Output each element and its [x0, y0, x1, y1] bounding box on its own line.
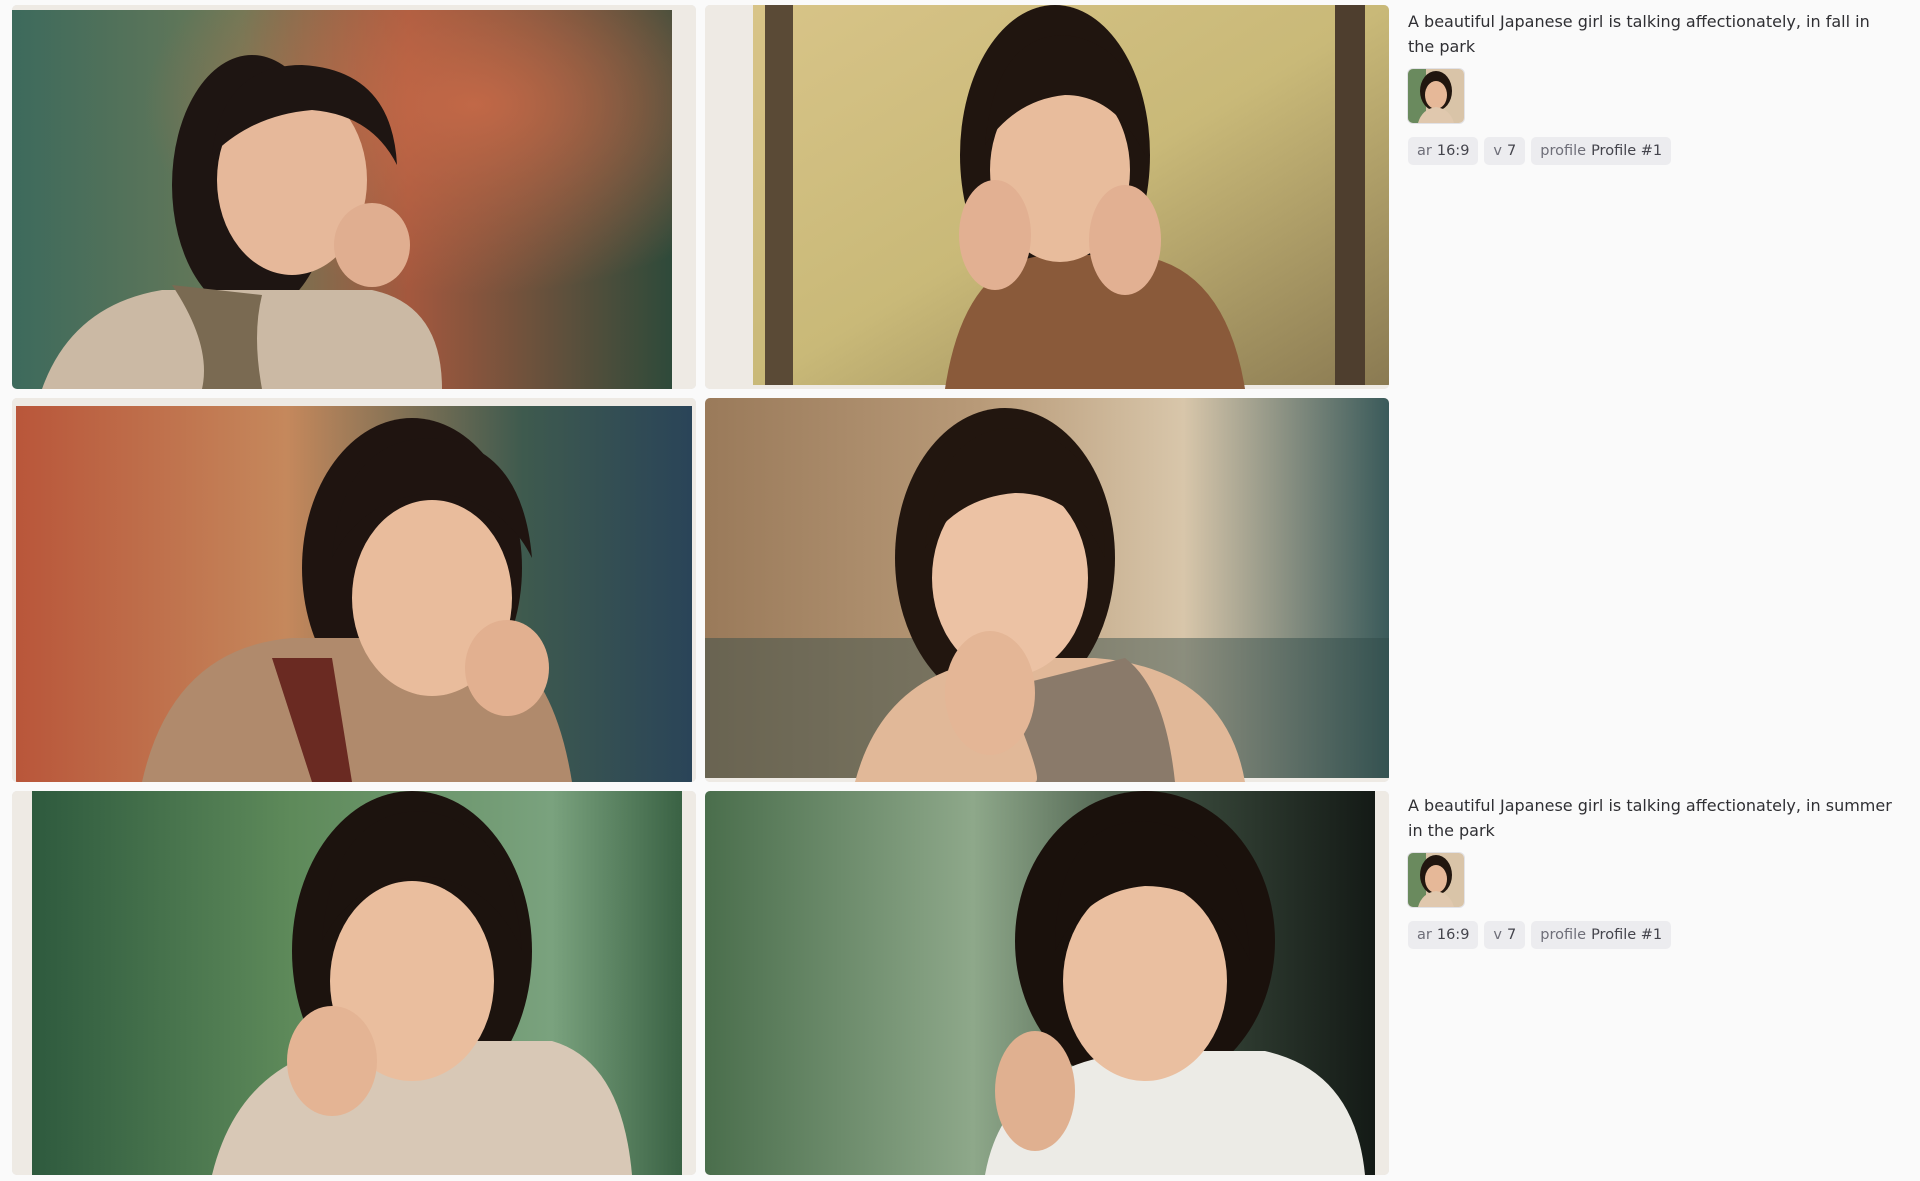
prompt-block-1: A beautiful Japanese girl is talking aff… [1408, 9, 1898, 165]
generated-image-1[interactable] [12, 5, 696, 389]
parameter-tags: ar 16:9 v7 profile Profile #1 [1408, 137, 1898, 165]
portrait-photo [705, 5, 1389, 389]
param-tag-version[interactable]: v7 [1484, 921, 1526, 949]
portrait-photo [12, 791, 696, 1175]
param-tag-profile[interactable]: profile Profile #1 [1531, 137, 1672, 165]
generated-image-6[interactable] [705, 791, 1389, 1175]
generated-image-5[interactable] [12, 791, 696, 1175]
param-tag-aspect-ratio[interactable]: ar 16:9 [1408, 921, 1479, 949]
generated-image-2[interactable] [705, 5, 1389, 389]
portrait-photo [705, 791, 1389, 1175]
portrait-photo [12, 398, 696, 782]
parameter-tags: ar 16:9 v7 profile Profile #1 [1408, 921, 1898, 949]
prompt-text[interactable]: A beautiful Japanese girl is talking aff… [1408, 793, 1898, 843]
reference-image-thumbnail[interactable] [1408, 69, 1464, 123]
portrait-photo [705, 398, 1389, 782]
gallery-page: A beautiful Japanese girl is talking aff… [0, 0, 1920, 1181]
generated-image-4[interactable] [705, 398, 1389, 782]
param-tag-aspect-ratio[interactable]: ar 16:9 [1408, 137, 1479, 165]
prompt-text[interactable]: A beautiful Japanese girl is talking aff… [1408, 9, 1898, 59]
prompt-block-2: A beautiful Japanese girl is talking aff… [1408, 793, 1898, 949]
generated-image-3[interactable] [12, 398, 696, 782]
reference-image [1408, 69, 1464, 123]
portrait-photo [12, 5, 696, 389]
reference-image [1408, 853, 1464, 907]
param-tag-profile[interactable]: profile Profile #1 [1531, 921, 1672, 949]
image-grid [12, 5, 1389, 1175]
reference-image-thumbnail[interactable] [1408, 853, 1464, 907]
param-tag-version[interactable]: v7 [1484, 137, 1526, 165]
